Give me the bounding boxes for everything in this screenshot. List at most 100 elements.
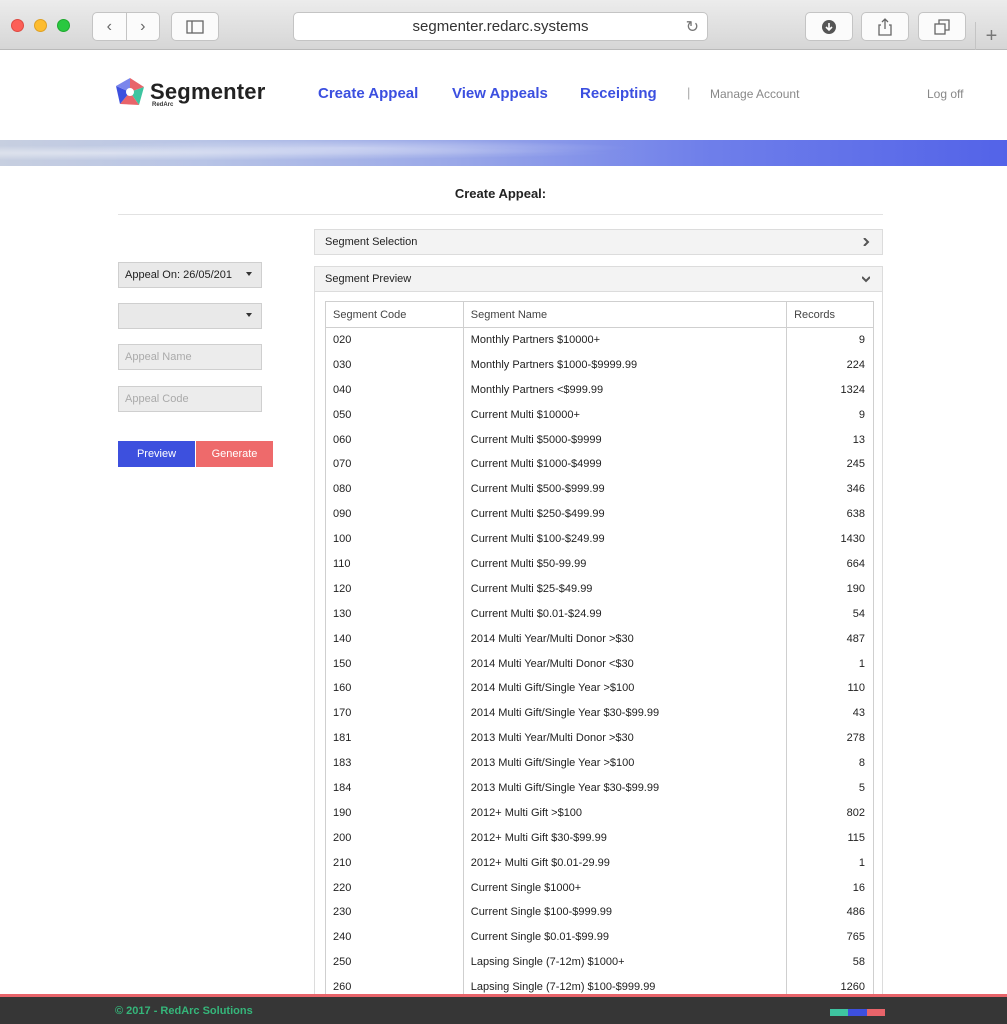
tab-overview-button[interactable] [918, 12, 966, 41]
close-window-button[interactable] [11, 19, 24, 32]
segment-code-cell: 220 [325, 875, 464, 900]
chevron-down-icon [862, 276, 870, 283]
secondary-select[interactable] [118, 303, 262, 329]
segment-name-cell: 2014 Multi Year/Multi Donor <$30 [462, 651, 788, 676]
footer-bar-segment [866, 1009, 885, 1016]
records-cell: 110 [786, 675, 874, 701]
nav-create-appeal[interactable]: Create Appeal [318, 85, 418, 102]
segment-code-cell: 150 [325, 651, 464, 676]
records-cell: 5 [786, 775, 874, 801]
records-cell: 487 [786, 626, 874, 652]
records-cell: 16 [786, 875, 874, 900]
segment-name-cell: Monthly Partners $10000+ [462, 327, 788, 353]
table-row: 150 2014 Multi Year/Multi Donor <$30 1 [325, 651, 874, 676]
downloads-button[interactable] [805, 12, 853, 41]
generate-button[interactable]: Generate [196, 441, 273, 467]
segment-name-cell: 2014 Multi Year/Multi Donor >$30 [462, 626, 788, 652]
segment-name-cell: Current Multi $5000-$9999 [462, 427, 788, 452]
column-header-segment-code: Segment Code [325, 301, 464, 328]
tabs-icon [934, 18, 950, 35]
segment-preview-header[interactable]: Segment Preview [314, 266, 883, 292]
segment-name-cell: 2013 Multi Gift/Single Year $30-$99.99 [462, 775, 788, 801]
segment-code-cell: 060 [325, 427, 464, 452]
chevron-right-icon [863, 238, 870, 246]
table-row: 080 Current Multi $500-$999.99 346 [325, 476, 874, 502]
site-footer: © 2017 - RedArc Solutions [0, 994, 1007, 1024]
nav-view-appeals[interactable]: View Appeals [452, 85, 548, 102]
header-banner [0, 140, 1007, 166]
segment-code-cell: 100 [325, 526, 464, 552]
records-cell: 224 [786, 352, 874, 378]
segment-code-cell: 050 [325, 402, 464, 428]
segment-code-cell: 200 [325, 825, 464, 851]
segment-name-cell: 2013 Multi Gift/Single Year >$100 [462, 750, 788, 776]
appeal-date-value: Appeal On: 26/05/201 [125, 269, 233, 281]
segment-code-cell: 030 [325, 352, 464, 378]
segment-name-cell: Monthly Partners $1000-$9999.99 [462, 352, 788, 378]
table-row: 090 Current Multi $250-$499.99 638 [325, 501, 874, 527]
segment-code-cell: 140 [325, 626, 464, 652]
zoom-window-button[interactable] [57, 19, 70, 32]
segment-code-cell: 240 [325, 924, 464, 950]
segment-code-cell: 130 [325, 601, 464, 627]
segment-preview-title: Segment Preview [325, 273, 412, 285]
table-row: 190 2012+ Multi Gift >$100 802 [325, 800, 874, 826]
segment-name-cell: Current Single $1000+ [462, 875, 788, 900]
forward-icon[interactable]: › [127, 13, 160, 40]
segment-name-cell: 2014 Multi Gift/Single Year >$100 [462, 675, 788, 701]
title-divider [118, 214, 883, 215]
table-row: 210 2012+ Multi Gift $0.01-29.99 1 [325, 850, 874, 876]
segment-name-cell: Current Multi $10000+ [462, 402, 788, 428]
table-row: 030 Monthly Partners $1000-$9999.99 224 [325, 352, 874, 378]
dropdown-caret-icon [246, 272, 252, 276]
table-row: 130 Current Multi $0.01-$24.99 54 [325, 601, 874, 627]
nav-manage-account[interactable]: Manage Account [710, 87, 799, 101]
reload-icon[interactable]: ↻ [686, 17, 699, 37]
records-cell: 190 [786, 576, 874, 602]
records-cell: 58 [786, 949, 874, 975]
segment-name-cell: Current Multi $250-$499.99 [462, 501, 788, 527]
nav-log-off[interactable]: Log off [927, 87, 963, 101]
footer-bar-segment [848, 1009, 867, 1016]
table-header-row: Segment Code Segment Name Records [325, 301, 874, 328]
appeal-code-input[interactable]: Appeal Code [118, 386, 262, 412]
table-row: 200 2012+ Multi Gift $30-$99.99 115 [325, 825, 874, 851]
table-row: 181 2013 Multi Year/Multi Donor >$30 278 [325, 725, 874, 751]
appeal-date-select[interactable]: Appeal On: 26/05/201 [118, 262, 262, 288]
records-cell: 9 [786, 327, 874, 353]
table-row: 220 Current Single $1000+ 16 [325, 875, 874, 900]
table-row: 110 Current Multi $50-99.99 664 [325, 551, 874, 577]
page-title: Create Appeal: [454, 186, 547, 201]
table-row: 020 Monthly Partners $10000+ 9 [325, 327, 874, 353]
preview-button[interactable]: Preview [118, 441, 195, 467]
segment-selection-title: Segment Selection [325, 236, 418, 248]
share-button[interactable] [861, 12, 909, 41]
segment-name-cell: 2012+ Multi Gift $30-$99.99 [462, 825, 788, 851]
copyright-text: © 2017 - RedArc Solutions [115, 1005, 253, 1017]
segment-name-cell: Current Multi $100-$249.99 [462, 526, 788, 552]
table-row: 070 Current Multi $1000-$4999 245 [325, 451, 874, 477]
table-body: 020 Monthly Partners $10000+ 9 030 Monthly P… [325, 327, 874, 997]
address-bar[interactable]: segmenter.redarc.systems ↻ [293, 12, 708, 41]
segment-name-cell: Current Multi $500-$999.99 [462, 476, 788, 502]
table-row: 184 2013 Multi Gift/Single Year $30-$99.9… [325, 775, 874, 801]
table-row: 140 2014 Multi Year/Multi Donor >$30 487 [325, 626, 874, 652]
records-cell: 1 [786, 651, 874, 676]
sidebar-icon [186, 19, 204, 34]
dropdown-caret-icon [246, 313, 252, 317]
sidebar-toggle-button[interactable] [171, 12, 219, 41]
segment-name-cell: 2013 Multi Year/Multi Donor >$30 [462, 725, 788, 751]
nav-receipting[interactable]: Receipting [580, 85, 657, 102]
records-cell: 8 [786, 750, 874, 776]
segment-name-cell: Current Single $0.01-$99.99 [462, 924, 788, 950]
segment-code-cell: 020 [325, 327, 464, 353]
segment-selection-header[interactable]: Segment Selection [314, 229, 883, 255]
appeal-name-input[interactable]: Appeal Name [118, 344, 262, 370]
table-row: 060 Current Multi $5000-$9999 13 [325, 427, 874, 452]
records-cell: 802 [786, 800, 874, 826]
segment-code-cell: 110 [325, 551, 464, 577]
table-row: 170 2014 Multi Gift/Single Year $30-$99.9… [325, 700, 874, 726]
back-icon[interactable]: ‹ [93, 13, 127, 40]
new-tab-icon[interactable]: + [975, 22, 1007, 50]
minimize-window-button[interactable] [34, 19, 47, 32]
